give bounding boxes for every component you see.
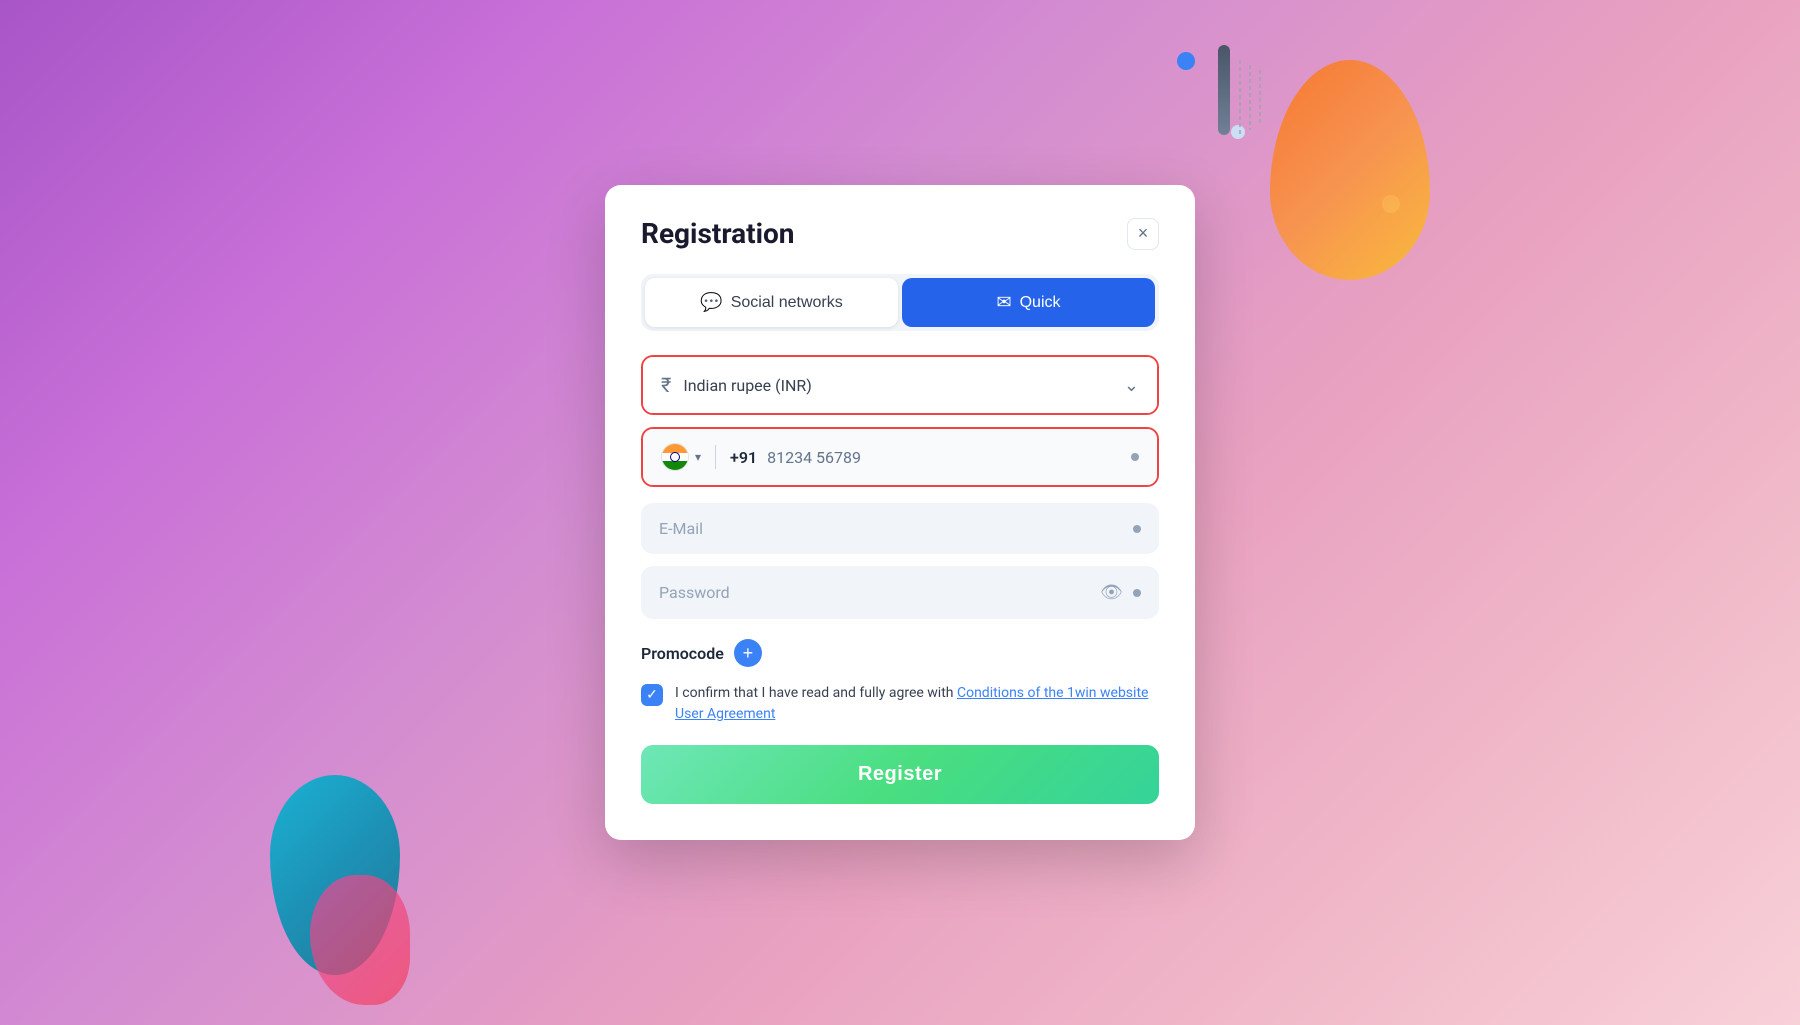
tab-social-label: Social networks: [731, 294, 843, 312]
agreement-row: ✓ I confirm that I have read and fully a…: [641, 683, 1159, 725]
phone-input-row: ▾ +91 81234 56789: [643, 429, 1157, 485]
currency-field-wrapper: ₹ Indian rupee (INR) ⌄: [641, 355, 1159, 415]
bg-decoration-pill: [1218, 45, 1230, 135]
add-promocode-button[interactable]: +: [734, 639, 762, 667]
password-field[interactable]: Password 👁: [641, 566, 1159, 619]
password-dot-indicator: [1133, 589, 1141, 597]
agreement-text: I confirm that I have read and fully agr…: [675, 683, 1159, 725]
password-placeholder: Password: [659, 583, 1090, 602]
promocode-row: Promocode +: [641, 639, 1159, 667]
bg-decoration-pink-blob: [310, 875, 410, 1005]
tabs-container: 💬 Social networks ✉ Quick: [641, 274, 1159, 331]
flag-bot-stripe: [662, 461, 688, 470]
agreement-checkbox[interactable]: ✓: [641, 684, 663, 706]
email-field[interactable]: E-Mail: [641, 503, 1159, 554]
india-flag: [661, 443, 689, 471]
registration-modal: Registration × 💬 Social networks ✉ Quick…: [605, 185, 1195, 840]
bg-decoration-lines: [1230, 55, 1265, 140]
country-code: +91: [730, 448, 757, 467]
phone-divider: [715, 445, 716, 469]
rupee-icon: ₹: [661, 373, 671, 397]
phone-dot-indicator: [1131, 453, 1139, 461]
flag-chevron-icon: ▾: [695, 450, 701, 464]
currency-select[interactable]: ₹ Indian rupee (INR) ⌄: [643, 357, 1157, 413]
chevron-down-icon: ⌄: [1124, 375, 1139, 396]
email-placeholder: E-Mail: [659, 519, 1123, 538]
tab-quick-label: Quick: [1020, 294, 1061, 312]
eye-icon[interactable]: 👁: [1100, 582, 1123, 603]
modal-header: Registration ×: [641, 217, 1159, 250]
country-selector[interactable]: ▾: [661, 443, 701, 471]
quick-icon: ✉: [997, 292, 1012, 313]
phone-field-wrapper: ▾ +91 81234 56789: [641, 427, 1159, 487]
flag-ashoka-wheel: [670, 452, 680, 462]
bg-decoration-white-dot: [1382, 195, 1400, 213]
register-button[interactable]: Register: [641, 745, 1159, 804]
promocode-label: Promocode: [641, 644, 724, 663]
tab-social-networks[interactable]: 💬 Social networks: [645, 278, 898, 327]
agreement-text-before: I confirm that I have read and fully agr…: [675, 685, 957, 701]
tab-quick[interactable]: ✉ Quick: [902, 278, 1155, 327]
bg-decoration-light-dot: [1231, 125, 1245, 139]
currency-value: Indian rupee (INR): [683, 376, 1112, 395]
close-button[interactable]: ×: [1127, 218, 1159, 250]
bg-decoration-blue-dot: [1177, 52, 1195, 70]
modal-title: Registration: [641, 217, 795, 250]
form-fields: ₹ Indian rupee (INR) ⌄ ▾ +91: [641, 355, 1159, 487]
social-networks-icon: 💬: [700, 292, 722, 313]
bg-decoration-teal-shape: [270, 775, 400, 975]
email-dot-indicator: [1133, 525, 1141, 533]
phone-number-placeholder[interactable]: 81234 56789: [767, 448, 1121, 467]
bg-decoration-orange-shape: [1270, 60, 1430, 280]
